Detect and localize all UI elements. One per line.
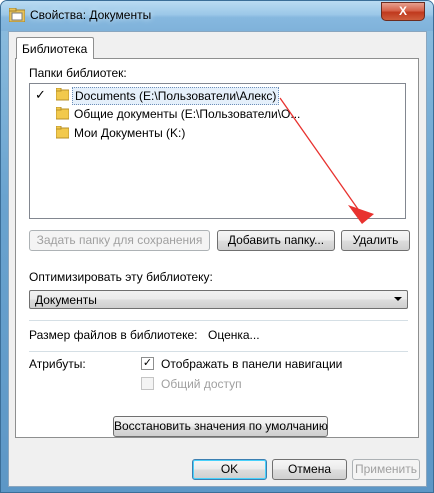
attributes-label: Атрибуты: [29, 357, 86, 371]
list-item[interactable]: Общие документы (E:\Пользователи\О... [30, 105, 330, 123]
library-folders-list[interactable]: ✓ Documents (E:\Пользователи\Алекс) Общи… [29, 83, 406, 219]
library-folders-label: Папки библиотек: [29, 66, 127, 80]
properties-window: Свойства: Документы X Библиотека Папки б… [0, 0, 434, 493]
chevron-down-icon [394, 297, 402, 301]
folder-label: Documents (E:\Пользователи\Алекс) [72, 87, 280, 105]
default-save-check-icon: ✓ [35, 87, 46, 102]
optimize-selected-value: Документы [35, 293, 97, 307]
cancel-button[interactable]: Отмена [272, 459, 347, 480]
remove-button[interactable]: Удалить [341, 230, 410, 251]
ok-button[interactable]: OK [192, 459, 267, 480]
folder-label: Общие документы (E:\Пользователи\О... [74, 107, 301, 121]
library-tab-panel: Папки библиотек: ✓ Documents (E:\Пользов… [15, 58, 419, 438]
restore-defaults-button[interactable]: Восстановить значения по умолчанию [113, 416, 328, 437]
show-in-nav-label[interactable]: Отображать в панели навигации [161, 357, 342, 371]
folder-icon [56, 88, 69, 101]
shared-checkbox[interactable] [141, 377, 154, 390]
shared-label: Общий доступ [161, 377, 242, 391]
library-icon [9, 8, 25, 22]
show-in-nav-checkbox[interactable]: ✓ [141, 357, 154, 370]
optimize-label: Оптимизировать эту библиотеку: [29, 270, 213, 284]
size-label: Размер файлов в библиотеке: [29, 328, 198, 342]
add-folder-button[interactable]: Добавить папку... [217, 230, 335, 251]
close-icon: X [398, 4, 407, 18]
divider [29, 351, 408, 352]
apply-button[interactable]: Применить [352, 459, 420, 480]
set-save-folder-button[interactable]: Задать папку для сохранения [29, 230, 210, 251]
dialog-client-area: Библиотека Папки библиотек: ✓ Documents … [8, 31, 427, 487]
size-value: Оценка... [208, 328, 260, 342]
close-button[interactable]: X [381, 2, 425, 21]
list-item[interactable]: Мои Документы (K:) [30, 124, 230, 142]
optimize-select[interactable]: Документы [29, 290, 408, 309]
list-item[interactable]: ✓ Documents (E:\Пользователи\Алекс) [30, 86, 310, 105]
title-bar[interactable]: Свойства: Документы X [1, 1, 433, 31]
divider [29, 320, 408, 321]
window-title: Свойства: Документы [30, 8, 152, 22]
folder-icon [56, 126, 69, 139]
folder-label: Мои Документы (K:) [74, 126, 186, 140]
tab-library[interactable]: Библиотека [16, 37, 94, 59]
folder-icon [56, 107, 69, 120]
